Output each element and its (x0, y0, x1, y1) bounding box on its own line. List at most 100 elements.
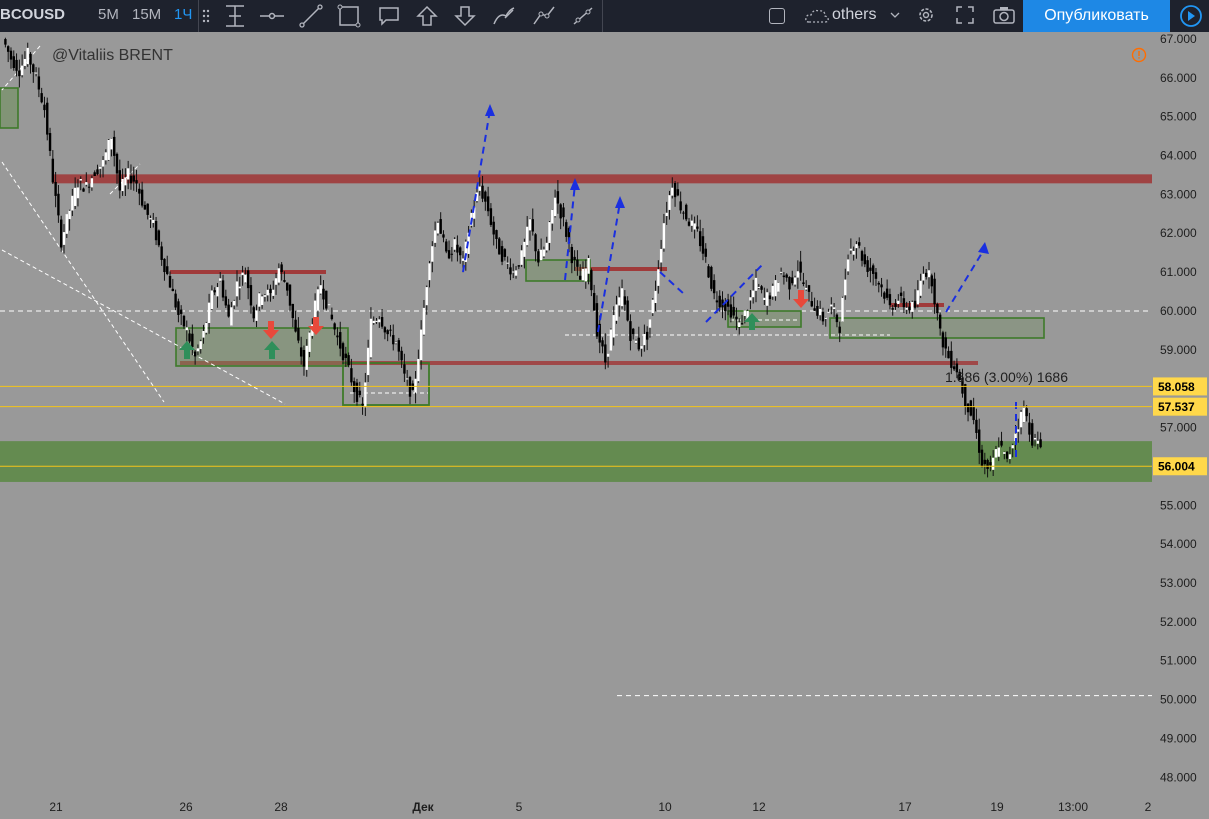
candle-body (339, 332, 342, 349)
candle-body (32, 64, 35, 73)
publish-button[interactable]: Опубликовать (1023, 0, 1170, 32)
candle-body (400, 350, 403, 361)
candle-body (241, 272, 244, 276)
candle-body (397, 340, 401, 352)
time-tick-label: Дек (412, 800, 434, 814)
candle-body (827, 311, 830, 313)
candle-body (665, 212, 668, 217)
price-tick-label: 59.000 (1160, 343, 1197, 357)
candle-body (584, 268, 587, 282)
arrow-down-icon[interactable] (450, 2, 480, 30)
path-icon[interactable] (529, 2, 559, 30)
horizontal-line-icon[interactable] (257, 2, 287, 30)
candle-body (1019, 411, 1023, 428)
candle-body (202, 330, 205, 338)
candle-body (877, 282, 880, 285)
candle-body (486, 196, 490, 212)
candle-body (1008, 454, 1012, 460)
candle-body (249, 285, 253, 306)
camera-icon[interactable] (992, 5, 1016, 25)
plot-area[interactable] (0, 32, 1152, 793)
candle-body (749, 297, 752, 301)
candle-body (983, 459, 986, 465)
candle-body (930, 275, 933, 287)
candle-body (431, 246, 434, 262)
candle-body (1031, 423, 1034, 446)
cloud-icon[interactable] (804, 6, 830, 26)
time-tick-label: 26 (179, 800, 193, 814)
play-icon[interactable] (1178, 3, 1204, 29)
candle-body (888, 294, 892, 306)
arrow-up-icon[interactable] (412, 2, 442, 30)
candle-body (274, 278, 278, 285)
checkbox-icon[interactable] (769, 8, 785, 24)
candle-body (62, 232, 66, 245)
price-label: 58.058 (1158, 380, 1195, 394)
candle-body (570, 246, 574, 264)
time-tick-label: 12 (752, 800, 766, 814)
candle-body (991, 457, 995, 470)
candle-body (528, 219, 532, 231)
candle-body (754, 277, 758, 291)
zone-box[interactable] (0, 87, 19, 129)
layout-name[interactable]: others (832, 6, 876, 24)
candle-body (637, 337, 640, 350)
candle-body (662, 223, 666, 249)
interval-5m[interactable]: 5M (98, 6, 119, 23)
candle-body (414, 378, 417, 393)
candle-body (230, 307, 233, 326)
candle-body (634, 340, 638, 343)
candle-body (523, 241, 526, 257)
trend-line-icon[interactable] (296, 2, 326, 30)
rectangle-icon[interactable] (334, 2, 364, 30)
candle-body (771, 285, 774, 297)
candle-body (366, 347, 370, 376)
candle-body (542, 249, 546, 257)
candle-body (841, 297, 844, 322)
candle-body (629, 321, 632, 341)
candle-body (129, 175, 133, 184)
price-label: 56.004 (1158, 460, 1195, 474)
candle-body (386, 330, 389, 335)
candle-body (933, 278, 936, 305)
brush-icon[interactable] (489, 2, 519, 30)
candle-body (715, 300, 719, 303)
callout-icon[interactable] (374, 2, 404, 30)
chevron-down-icon[interactable] (890, 11, 900, 19)
candle-body (908, 306, 911, 311)
time-tick-label: 17 (898, 800, 912, 814)
candle-body (489, 208, 493, 225)
price-chart[interactable]: @Vitaliis BRENT 1.686 (3.00%) 1686 48.00… (0, 32, 1209, 819)
candle-body (659, 248, 663, 263)
candle-body (587, 258, 590, 274)
ray-icon[interactable] (568, 2, 598, 30)
candle-body (503, 249, 507, 257)
candle-body (23, 58, 27, 66)
candle-body (696, 226, 699, 229)
candle-body (782, 275, 786, 278)
price-tick-label: 54.000 (1160, 537, 1197, 551)
resistance-band[interactable] (52, 174, 1152, 184)
candle-body (830, 304, 833, 307)
candle-body (757, 286, 760, 288)
gear-icon[interactable] (915, 4, 937, 26)
time-tick-label: 28 (274, 800, 288, 814)
candle-body (216, 287, 219, 297)
candle-body (1036, 440, 1040, 444)
interval-15m[interactable]: 15M (132, 6, 161, 23)
price-tick-label: 65.000 (1160, 110, 1197, 124)
candle-body (612, 315, 615, 338)
candle-body (322, 288, 325, 300)
candle-body (645, 331, 649, 340)
candle-body (60, 219, 63, 248)
candle-body (124, 177, 127, 186)
candle-body (87, 186, 91, 188)
candle-body (676, 189, 680, 196)
fullscreen-icon[interactable] (955, 5, 975, 25)
symbol-label[interactable]: BCOUSD (0, 6, 65, 23)
date-range-icon[interactable] (220, 2, 250, 30)
interval-1h[interactable]: 1Ч (174, 6, 192, 23)
candle-body (118, 170, 121, 191)
candle-body (219, 278, 222, 281)
candle-body (925, 272, 928, 277)
